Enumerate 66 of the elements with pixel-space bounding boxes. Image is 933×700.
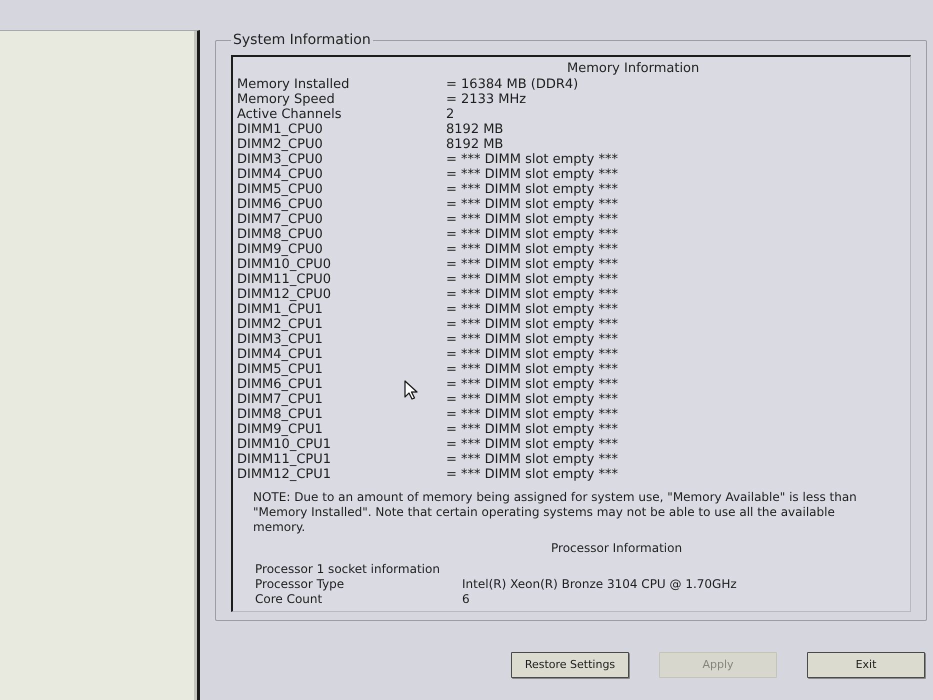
field-value: = *** DIMM slot empty *** [446,242,618,257]
mouse-pointer-icon [404,380,418,400]
field-value: = 16384 MB (DDR4) [446,77,578,92]
field-label: Processor Type [255,577,344,592]
field-value: Intel(R) Xeon(R) Bronze 3104 CPU @ 1.70GHz [462,577,737,592]
field-value: 8192 MB [446,137,504,152]
field-label: Active Channels [237,107,342,122]
field-value: = *** DIMM slot empty *** [446,437,618,452]
field-label: Core Count [255,592,322,607]
field-label: DIMM6_CPU0 [237,197,323,212]
field-label: DIMM2_CPU0 [237,137,323,152]
field-label: DIMM5_CPU0 [237,182,323,197]
field-value: = *** DIMM slot empty *** [446,272,618,287]
field-label: DIMM1_CPU1 [237,302,323,317]
field-label: DIMM3_CPU1 [237,332,323,347]
field-label: DIMM12_CPU1 [237,467,332,482]
field-value: = *** DIMM slot empty *** [446,317,618,332]
field-label: DIMM11_CPU1 [237,452,332,467]
field-label: DIMM3_CPU0 [237,152,323,167]
field-value: 2 [446,107,454,122]
field-value: = *** DIMM slot empty *** [446,197,618,212]
field-label: Memory Installed [237,77,350,92]
field-value: = *** DIMM slot empty *** [446,257,618,272]
field-label: DIMM4_CPU0 [237,167,323,182]
field-label: DIMM7_CPU0 [237,212,323,227]
field-label: DIMM2_CPU1 [237,317,323,332]
field-label: DIMM8_CPU1 [237,407,323,422]
field-label: DIMM10_CPU0 [237,257,332,272]
exit-button[interactable]: Exit [807,652,925,678]
field-value: = *** DIMM slot empty *** [446,182,618,197]
field-label: DIMM1_CPU0 [237,122,323,137]
field-label: DIMM9_CPU0 [237,242,323,257]
field-value: = *** DIMM slot empty *** [446,422,618,437]
note-text: NOTE: Due to an amount of memory being assigned for system use, "Memory Available" is less than "Memory Installed". Note that certain operating systems may not be able to use all the available memory. [252,490,858,535]
field-value: = *** DIMM slot empty *** [446,377,618,392]
field-label: DIMM8_CPU0 [237,227,323,242]
group-title: System Information [232,31,372,50]
field-value: 6 [462,592,470,607]
field-value: = *** DIMM slot empty *** [446,167,618,182]
field-value: = *** DIMM slot empty *** [446,227,618,242]
restore-settings-button[interactable]: Restore Settings [511,652,629,678]
field-value: = 2133 MHz [446,92,526,107]
field-label: DIMM4_CPU1 [237,347,323,362]
field-value: = *** DIMM slot empty *** [446,407,618,422]
field-value: = *** DIMM slot empty *** [446,362,618,377]
field-value: = *** DIMM slot empty *** [446,332,618,347]
field-label: DIMM5_CPU1 [237,362,323,377]
field-value: = *** DIMM slot empty *** [446,347,618,362]
field-label: DIMM9_CPU1 [237,422,323,437]
section-heading: Processor Information [550,541,684,556]
field-label: DIMM11_CPU0 [237,272,332,287]
field-value: = *** DIMM slot empty *** [446,302,618,317]
field-label: DIMM6_CPU1 [237,377,323,392]
field-value: 8192 MB [446,122,504,137]
section-heading: Memory Information [566,61,700,76]
socket-label: Processor 1 socket information [254,562,441,577]
field-value: = *** DIMM slot empty *** [446,287,618,302]
field-value: = *** DIMM slot empty *** [446,392,618,407]
field-value: = *** DIMM slot empty *** [446,467,618,482]
field-label: Memory Speed [237,92,335,107]
field-value: = *** DIMM slot empty *** [446,152,618,167]
field-value: = *** DIMM slot empty *** [446,212,618,227]
field-value: = *** DIMM slot empty *** [446,452,618,467]
field-label: DIMM10_CPU1 [237,437,332,452]
field-label: DIMM7_CPU1 [237,392,323,407]
field-label: DIMM12_CPU0 [237,287,332,302]
